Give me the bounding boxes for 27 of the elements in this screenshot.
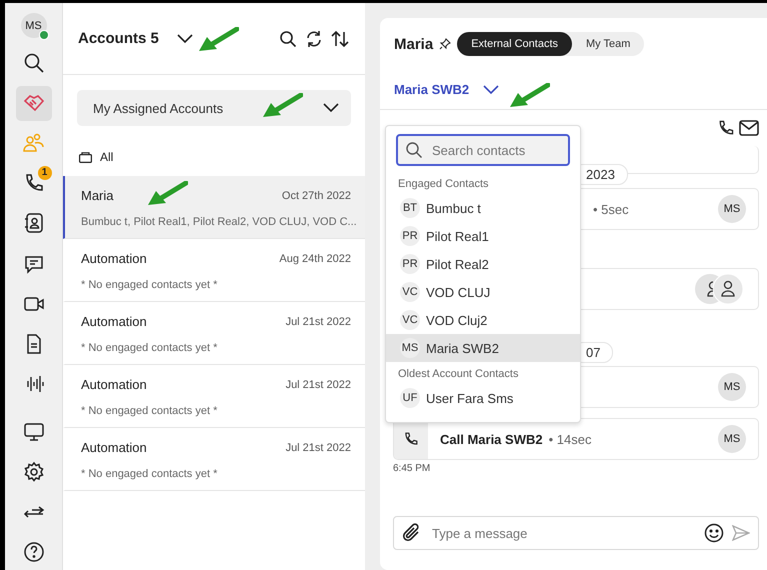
call-title: Call Maria SWB2 [440, 432, 543, 446]
account-date: Jul 21st 2022 [286, 378, 351, 390]
account-contacts: * No engaged contacts yet * [81, 468, 218, 480]
account-name: Automation [81, 251, 147, 266]
call-duration: • 14sec [548, 432, 592, 446]
account-name: Automation [81, 440, 147, 455]
account-name: Maria [81, 188, 114, 203]
account-contacts: * No engaged contacts yet * [81, 342, 218, 354]
account-name: Automation [81, 377, 147, 392]
account-date: Aug 24th 2022 [279, 252, 351, 264]
group-heading: Oldest Account Contacts [397, 367, 520, 382]
account-contacts: * No engaged contacts yet * [81, 405, 218, 417]
account-contacts: * No engaged contacts yet * [81, 279, 218, 291]
avatar: MS [718, 195, 746, 223]
account-date: Oct 27th 2022 [282, 190, 351, 202]
timestamp: 6:45 PM [393, 463, 432, 474]
avatar: MS [718, 373, 746, 401]
account-title: Maria [394, 36, 434, 52]
avatar: MS [718, 425, 746, 453]
accounts-title: Accounts 5 [78, 30, 159, 47]
activity-duration: • 5sec [593, 202, 629, 216]
account-date: Jul 21st 2022 [286, 442, 351, 454]
account-date: Jul 21st 2022 [286, 316, 351, 328]
group-heading: Engaged Contacts [397, 177, 490, 192]
notification-badge: 1 [38, 166, 52, 180]
account-name: Automation [81, 314, 147, 329]
account-contacts: Bumbuc t, Pilot Real1, Pilot Real2, VOD CLUJ, VOD C... [81, 216, 357, 228]
